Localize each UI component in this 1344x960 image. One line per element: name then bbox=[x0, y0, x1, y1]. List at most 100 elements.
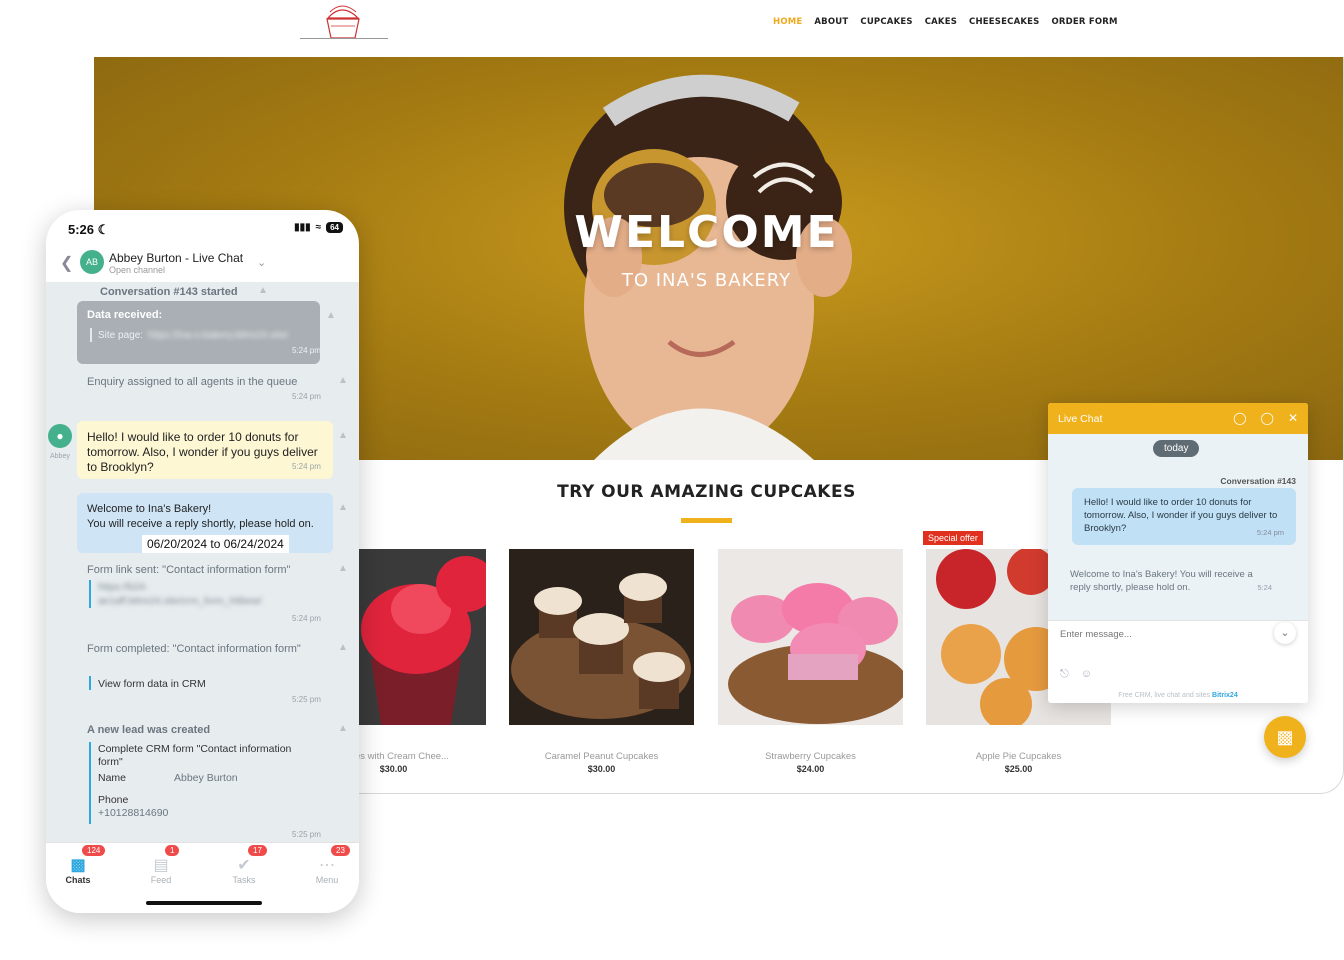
wifi-icon: ≈ bbox=[315, 222, 322, 233]
attach-icon[interactable]: ⎋ bbox=[1060, 668, 1069, 681]
product-name[interactable]: Strawberry Cupcakes bbox=[718, 751, 903, 762]
main-nav: HOME ABOUT CUPCAKES CAKES CHEESECAKES OR… bbox=[773, 17, 1118, 27]
form-completed: Form completed: "Contact information for… bbox=[87, 643, 301, 655]
message-time: 5:25 pm bbox=[292, 695, 321, 704]
emoji-icon[interactable]: ☺ bbox=[1081, 668, 1092, 681]
like-icon[interactable]: ▲ bbox=[338, 430, 348, 441]
tab-chats[interactable]: ▩ Chats 124 bbox=[46, 845, 110, 885]
live-chat-footer: Free CRM, live chat and sites Bitrix24 bbox=[1048, 692, 1308, 699]
nav-cupcakes[interactable]: CUPCAKES bbox=[860, 17, 912, 27]
product-card[interactable]: Strawberry Cupcakes $24.00 bbox=[718, 549, 903, 774]
chat-timeline: Conversation #143 started ▲ Data receive… bbox=[46, 282, 359, 842]
message-time: 5:24 pm bbox=[292, 392, 321, 401]
logo-underline bbox=[300, 38, 388, 39]
thumbs-up-icon[interactable]: ◯ bbox=[1233, 411, 1246, 425]
thumbs-down-icon[interactable]: ◯ bbox=[1261, 411, 1274, 425]
product-name[interactable]: Caramel Peanut Cupcakes bbox=[509, 751, 694, 762]
message-time: 5:24 pm bbox=[292, 462, 321, 471]
special-offer-badge: Special offer bbox=[923, 531, 983, 545]
count-badge: 1 bbox=[165, 845, 180, 856]
chat-launcher-icon[interactable]: ▩ bbox=[1264, 716, 1306, 758]
live-chat-messages: today Conversation #143 Hello! I would l… bbox=[1048, 434, 1308, 644]
nav-order-form[interactable]: ORDER FORM bbox=[1051, 17, 1117, 27]
product-price: $24.00 bbox=[796, 764, 825, 774]
feed-icon: ▤ bbox=[153, 857, 169, 874]
date-range-chip: 06/20/2024 to 06/24/2024 bbox=[142, 535, 289, 553]
close-icon[interactable]: ✕ bbox=[1288, 411, 1298, 425]
tab-label: Feed bbox=[150, 875, 172, 885]
footer-text: Free CRM, live chat and sites bbox=[1118, 692, 1211, 699]
client-message: Hello! I would like to order 10 donuts f… bbox=[1072, 488, 1296, 545]
like-icon[interactable]: ▲ bbox=[338, 642, 348, 653]
count-badge: 17 bbox=[248, 845, 267, 856]
view-form-link[interactable]: View form data in CRM bbox=[98, 677, 206, 692]
welcome-line-2: You will receive a reply shortly, please… bbox=[87, 518, 314, 530]
live-chat-header: Live Chat ◯ ◯ ✕ bbox=[1048, 403, 1308, 434]
product-price: $30.00 bbox=[587, 764, 616, 774]
nav-home[interactable]: HOME bbox=[773, 17, 802, 27]
data-received-title: Data received: bbox=[87, 309, 163, 321]
card-line bbox=[90, 328, 92, 342]
form-link-sent: Form link sent: "Contact information for… bbox=[87, 564, 291, 576]
tab-menu[interactable]: ⋯ Menu 23 bbox=[295, 845, 359, 885]
welcome-line-1: Welcome to Ina's Bakery! bbox=[87, 503, 212, 515]
chat-header: ❮ AB Abbey Burton - Live Chat Open chann… bbox=[46, 250, 359, 286]
enquiry-status: Enquiry assigned to all agents in the qu… bbox=[87, 376, 298, 388]
live-chat-title: Live Chat bbox=[1058, 412, 1103, 425]
nav-cheesecakes[interactable]: CHEESECAKES bbox=[969, 17, 1039, 27]
card-line bbox=[89, 742, 91, 824]
count-badge: 23 bbox=[331, 845, 350, 856]
message-time: 5:24 pm bbox=[1256, 528, 1284, 537]
product-image[interactable] bbox=[718, 549, 903, 725]
welcome-message-text: Welcome to Ina's Bakery! You will receiv… bbox=[1070, 569, 1253, 593]
site-page-url[interactable]: https://ina-s-bakery.bitrix24.site/ bbox=[148, 328, 288, 343]
tab-tasks[interactable]: ✔ Tasks 17 bbox=[212, 845, 276, 885]
message-input[interactable]: Enter message... bbox=[1048, 620, 1308, 675]
chat-bubble-icon: ▩ bbox=[70, 857, 86, 874]
section-underline bbox=[681, 518, 732, 523]
like-icon[interactable]: ▲ bbox=[338, 563, 348, 574]
message-time: 5:25 pm bbox=[292, 830, 321, 839]
tab-label: Tasks bbox=[232, 875, 256, 885]
name-value: Abbey Burton bbox=[174, 772, 238, 784]
product-card[interactable]: Caramel Peanut Cupcakes $30.00 bbox=[509, 549, 694, 774]
product-name[interactable]: Apple Pie Cupcakes bbox=[926, 751, 1111, 762]
welcome-message: Welcome to Ina's Bakery! You will receiv… bbox=[1060, 568, 1272, 594]
like-icon[interactable]: ▲ bbox=[338, 502, 348, 513]
form-link-url-2[interactable]: ae1aff.bitrix24.site/crm_form_h6bew/ bbox=[98, 594, 262, 609]
checkmark-icon: ✔ bbox=[237, 857, 251, 874]
tab-feed[interactable]: ▤ Feed 1 bbox=[129, 845, 193, 885]
card-line bbox=[89, 676, 91, 690]
back-icon[interactable]: ❮ bbox=[60, 253, 73, 273]
phone-value: +10128814690 bbox=[98, 807, 169, 819]
like-icon[interactable]: ▲ bbox=[326, 310, 336, 321]
contact-name[interactable]: Abbey Burton - Live Chat bbox=[109, 251, 243, 265]
user-avatar-icon[interactable]: ● bbox=[48, 424, 72, 448]
client-message-text: Hello! I would like to order 10 donuts f… bbox=[1084, 497, 1278, 534]
moon-icon: ☾ bbox=[97, 222, 110, 237]
bakery-logo[interactable] bbox=[300, 0, 390, 42]
home-indicator[interactable] bbox=[146, 901, 262, 905]
client-message-text: Hello! I would like to order 10 donuts f… bbox=[87, 430, 318, 474]
chevron-down-icon[interactable]: ⌄ bbox=[257, 256, 266, 269]
like-icon[interactable]: ▲ bbox=[338, 375, 348, 386]
like-icon[interactable]: ▲ bbox=[258, 285, 268, 296]
product-price: $25.00 bbox=[1004, 764, 1033, 774]
message-time: 5:24 pm bbox=[292, 346, 321, 355]
client-message: Hello! I would like to order 10 donuts f… bbox=[87, 430, 327, 475]
nav-cakes[interactable]: CAKES bbox=[925, 17, 957, 27]
channel-label: Open channel bbox=[109, 265, 166, 275]
count-badge: 124 bbox=[82, 845, 106, 856]
status-bar: 5:26 ☾ ▮▮▮ ≈ 64 bbox=[68, 222, 343, 238]
mobile-phone: 5:26 ☾ ▮▮▮ ≈ 64 ❮ AB Abbey Burton - Live… bbox=[46, 210, 359, 913]
site-header: HOME ABOUT CUPCAKES CAKES CHEESECAKES OR… bbox=[0, 0, 1344, 56]
form-link-url-1[interactable]: https://b24- bbox=[98, 580, 148, 595]
screenshot-stage: HOME ABOUT CUPCAKES CAKES CHEESECAKES OR… bbox=[0, 0, 1344, 960]
site-page-label: Site page: bbox=[98, 330, 144, 341]
footer-brand[interactable]: Bitrix24 bbox=[1212, 692, 1238, 699]
like-icon[interactable]: ▲ bbox=[338, 723, 348, 734]
nav-about[interactable]: ABOUT bbox=[814, 17, 848, 27]
avatar[interactable]: AB bbox=[80, 250, 104, 274]
product-image[interactable] bbox=[509, 549, 694, 725]
message-time: 5:24 bbox=[1257, 583, 1272, 592]
